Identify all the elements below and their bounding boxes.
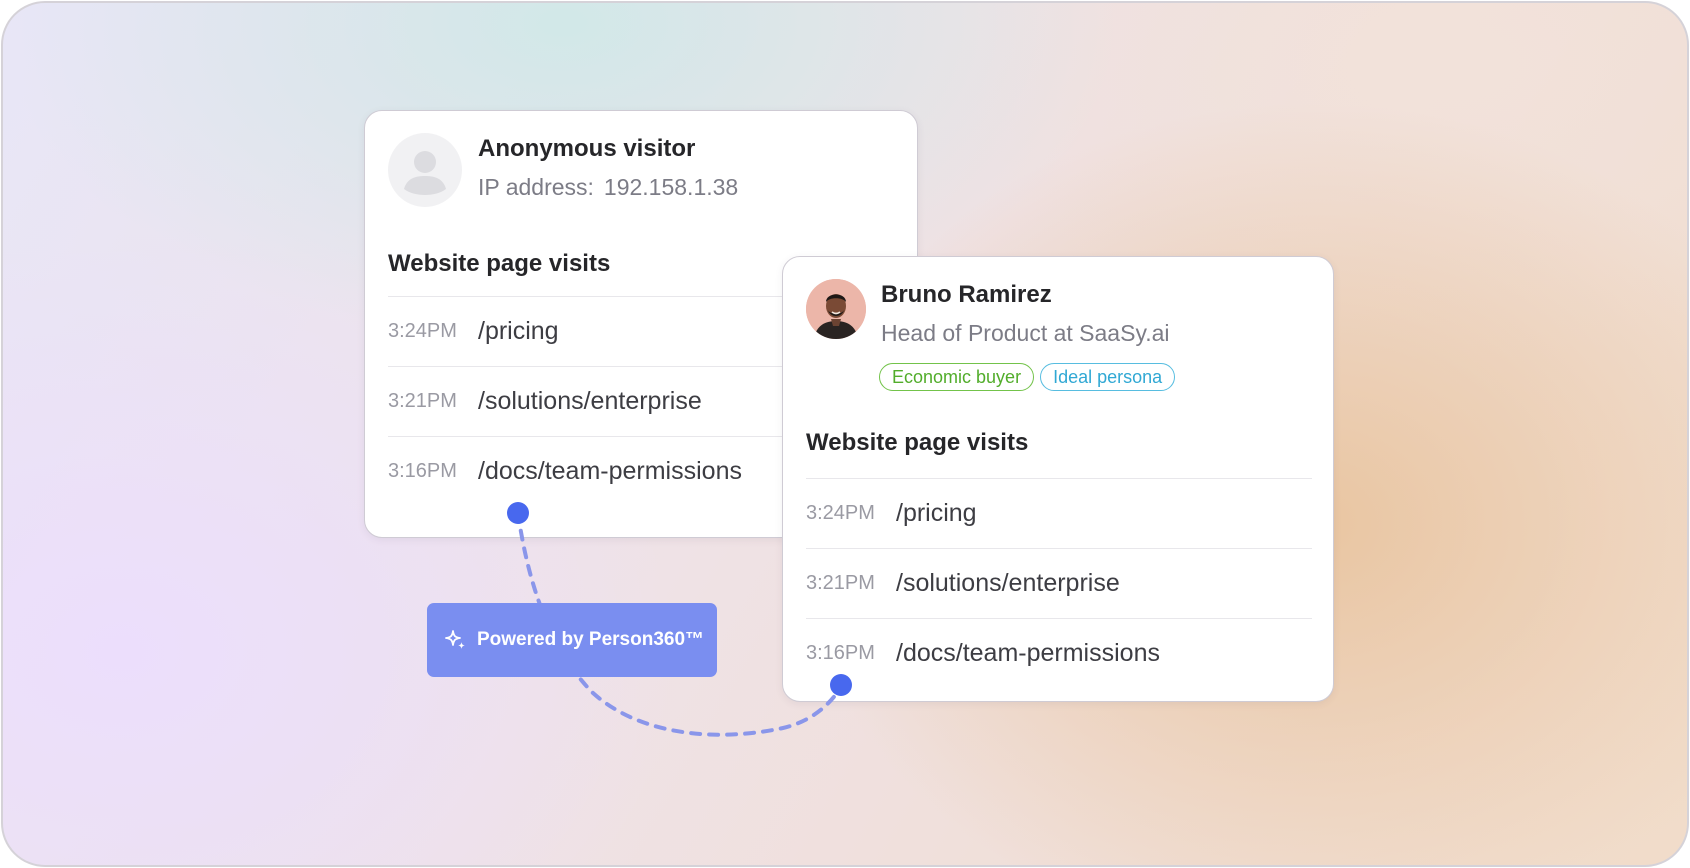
- visit-time: 3:24PM: [806, 502, 875, 524]
- ip-label: IP address:: [478, 174, 594, 200]
- visit-path: /solutions/enterprise: [896, 569, 1120, 597]
- list-item: 3:21PM /solutions/enterprise: [806, 548, 1312, 618]
- sparkle-icon: [445, 630, 465, 649]
- page-visits-title: Website page visits: [806, 429, 1029, 456]
- user-icon: [404, 151, 446, 195]
- visit-path: /pricing: [478, 317, 559, 345]
- anonymous-avatar: [388, 133, 462, 207]
- tag-ideal-persona: Ideal persona: [1040, 363, 1176, 391]
- visit-time: 3:24PM: [388, 320, 457, 342]
- person-photo-icon: [806, 279, 866, 339]
- person-avatar: [806, 279, 866, 339]
- ip-address: IP address: 192.158.1.38: [478, 174, 738, 201]
- page-visits-title: Website page visits: [388, 250, 611, 277]
- visit-path: /docs/team-permissions: [478, 457, 742, 485]
- visit-path: /pricing: [896, 499, 977, 527]
- page-visits-list: 3:24PM /pricing 3:21PM /solutions/enterp…: [806, 478, 1312, 688]
- visitor-title: Anonymous visitor: [478, 135, 696, 162]
- visit-time: 3:16PM: [806, 642, 875, 664]
- badge-label: Powered by Person360™: [477, 629, 705, 650]
- visit-time: 3:16PM: [388, 460, 457, 482]
- list-item: 3:24PM /pricing: [806, 478, 1312, 548]
- visit-time: 3:21PM: [806, 572, 875, 594]
- illustration-frame: Anonymous visitor IP address: 192.158.1.3…: [1, 1, 1689, 867]
- visit-path: /docs/team-permissions: [896, 639, 1160, 667]
- list-item: 3:16PM /docs/team-permissions: [806, 618, 1312, 688]
- person-role: Head of Product at SaaSy.ai: [881, 320, 1170, 346]
- ip-value: 192.158.1.38: [603, 174, 739, 200]
- powered-by-badge: Powered by Person360™: [427, 603, 717, 677]
- person-name: Bruno Ramirez: [881, 281, 1052, 308]
- visit-path: /solutions/enterprise: [478, 387, 702, 415]
- visit-time: 3:21PM: [388, 390, 457, 412]
- identified-person-card: Bruno Ramirez Head of Product at SaaSy.a…: [782, 256, 1334, 702]
- persona-tags: Economic buyer Ideal persona: [879, 363, 1176, 391]
- tag-economic-buyer: Economic buyer: [879, 363, 1035, 391]
